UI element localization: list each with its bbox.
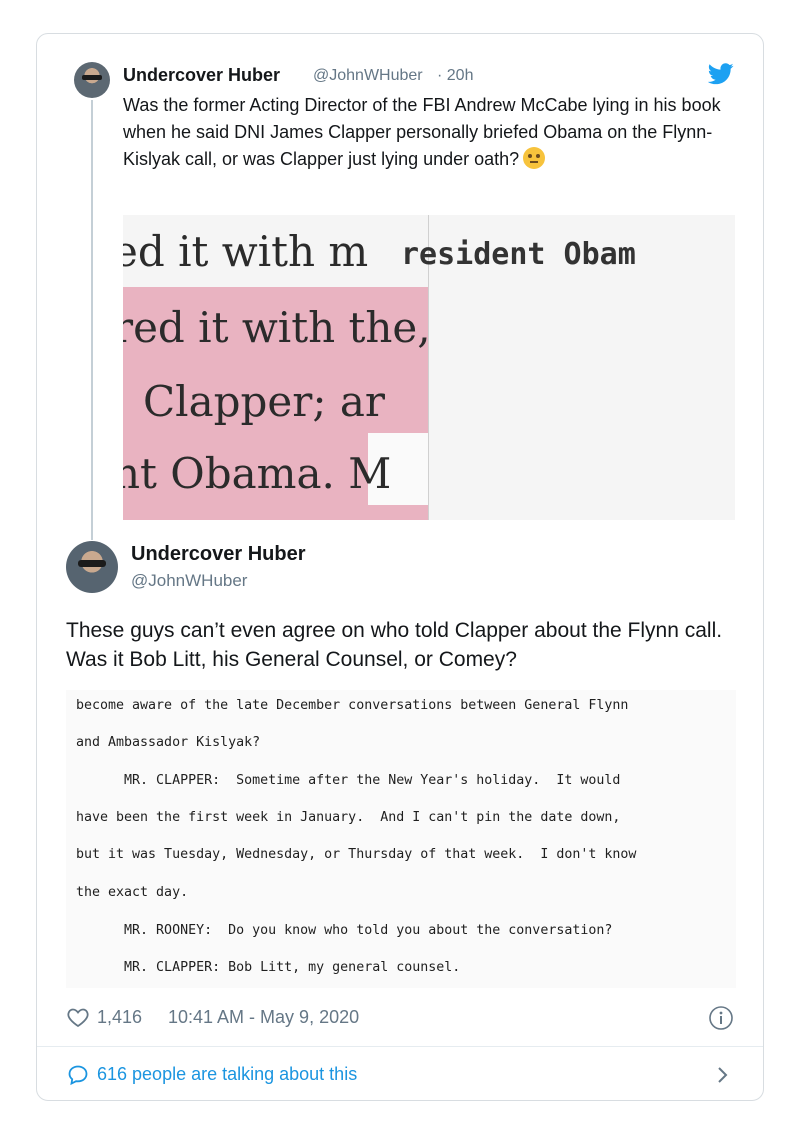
conversation-link[interactable]: 616 people are talking about this	[97, 1064, 357, 1085]
transcript-line: the exact day.	[76, 885, 189, 900]
info-icon[interactable]	[708, 1005, 734, 1031]
transcript-image[interactable]: become aware of the late December conver…	[66, 690, 736, 988]
transcript-line: become aware of the late December conver…	[76, 698, 629, 713]
transcript-line: and Ambassador Kislyak?	[76, 735, 261, 750]
image-text-line: Clapper; ar	[143, 377, 385, 426]
tweet-text: These guys can’t even agree on who told …	[66, 619, 723, 671]
chevron-right-icon[interactable]	[710, 1063, 734, 1087]
transcript-line: MR. ROONEY: Do you know who told you abo…	[76, 923, 613, 938]
quoted-time[interactable]: · 20h	[437, 67, 473, 85]
transcript-line: MR. CLAPPER: Sometime after the New Year…	[76, 773, 621, 788]
image-text-line: resident Obam	[401, 237, 636, 272]
author-handle[interactable]: @JohnWHuber	[131, 571, 247, 591]
heart-icon[interactable]	[66, 1005, 90, 1029]
author-name[interactable]: Undercover Huber	[131, 543, 306, 566]
image-text-line: ed it with m	[123, 227, 369, 276]
quoted-author-name[interactable]: Undercover Huber	[123, 65, 280, 86]
image-text-line: red it with the,	[123, 303, 431, 352]
quoted-tweet-text: Was the former Acting Director of the FB…	[123, 95, 721, 169]
footer-divider	[37, 1046, 763, 1047]
quoted-avatar[interactable]	[74, 62, 110, 98]
transcript-line: but it was Tuesday, Wednesday, or Thursd…	[76, 847, 637, 862]
thread-line	[91, 100, 93, 540]
tweet-timestamp[interactable]: 10:41 AM - May 9, 2020	[168, 1007, 359, 1028]
speech-bubble-icon[interactable]	[66, 1063, 90, 1087]
author-avatar[interactable]	[66, 541, 118, 593]
quoted-tweet-image[interactable]: ed it with m resident Obam red it with t…	[123, 215, 735, 520]
transcript-line: have been the first week in January. And…	[76, 810, 621, 825]
image-text-line: nt Obama. M	[123, 449, 392, 498]
twitter-bird-icon[interactable]	[708, 63, 734, 85]
like-count[interactable]: 1,416	[97, 1007, 142, 1028]
transcript-line: MR. CLAPPER: Bob Litt, my general counse…	[76, 960, 461, 975]
thinking-face-emoji-icon	[523, 147, 546, 169]
quoted-author-handle[interactable]: @JohnWHuber	[313, 67, 423, 85]
